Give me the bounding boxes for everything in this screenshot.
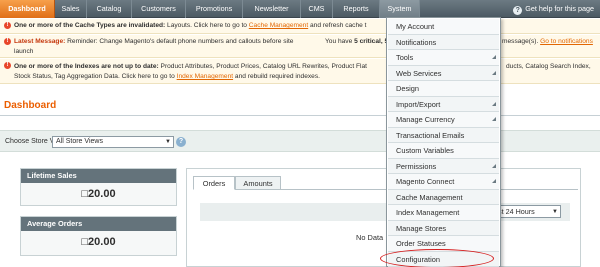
menu-cache-management[interactable]: Cache Management: [388, 189, 499, 205]
store-view-bar: Choose Store View: All Store Views ▼ ?: [0, 130, 600, 152]
message-link-wrap: message(s). Go to notifications: [502, 37, 593, 47]
index-notice-text2: Stock Status, Tag Aggregation Data. Clic…: [14, 73, 177, 80]
menu-label: Design: [396, 84, 420, 93]
system-menu: My Account Notifications Tools Web Servi…: [386, 17, 501, 267]
nav-cms[interactable]: CMS: [301, 0, 333, 18]
help-label: Get help for this page: [525, 4, 594, 13]
latest-message-label: Latest Message:: [14, 38, 66, 45]
menu-label: Custom Variables: [396, 146, 454, 155]
submenu-arrow-icon: [492, 55, 496, 59]
chevron-down-icon: ▼: [552, 209, 558, 215]
message-count-text: You have 5 critical, 5: [325, 37, 388, 47]
help-icon: ?: [513, 6, 523, 15]
submenu-arrow-icon: [492, 117, 496, 121]
message-count-suffix: message(s).: [502, 38, 541, 45]
nav-customers[interactable]: Customers: [132, 0, 186, 18]
tab-amounts[interactable]: Amounts: [235, 176, 281, 190]
menu-my-account[interactable]: My Account: [388, 19, 499, 35]
cache-notice-text: Layouts. Click here to go to: [165, 22, 249, 29]
tab-orders[interactable]: Orders: [193, 176, 235, 190]
menu-label: Web Services: [396, 68, 442, 78]
average-orders-box: Average Orders □20.00: [20, 216, 177, 256]
index-notice-right: ducts, Catalog Search Index,: [506, 63, 591, 70]
cache-management-link[interactable]: Cache Management: [249, 22, 308, 29]
nav-reports[interactable]: Reports: [333, 0, 380, 18]
lifetime-sales-label: Lifetime Sales: [21, 169, 176, 183]
dashboard-chart-panel: Orders Amounts st 24 Hours ▼ No Data: [186, 168, 581, 267]
help-question-icon[interactable]: ?: [176, 137, 186, 147]
nav-catalog[interactable]: Catalog: [87, 0, 132, 18]
menu-label: Manage Stores: [396, 223, 447, 233]
menu-manage-stores[interactable]: Manage Stores: [388, 220, 499, 236]
cache-notice: ! One or more of the Cache Types are inv…: [0, 19, 600, 34]
highlight-circle: [380, 249, 494, 267]
menu-label: Index Management: [396, 208, 460, 217]
index-notice-tail: and rebuild required indexes.: [233, 73, 320, 80]
menu-index-management[interactable]: Index Management: [388, 205, 499, 221]
message-count-prefix: You have: [325, 38, 355, 45]
menu-label: My Account: [396, 22, 435, 31]
nav-system[interactable]: System: [380, 0, 420, 18]
cache-notice-lead: One or more of the Cache Types are inval…: [14, 22, 166, 29]
warning-icon: !: [4, 22, 11, 29]
menu-label: Order Statuses: [396, 239, 446, 248]
menu-notifications[interactable]: Notifications: [388, 34, 499, 50]
menu-tools[interactable]: Tools: [388, 50, 499, 66]
submenu-arrow-icon: [492, 101, 496, 106]
index-notice: ! One or more of the Indexes are not up …: [0, 59, 600, 84]
store-view-value: All Store Views: [56, 138, 103, 145]
nav-promotions[interactable]: Promotions: [186, 0, 243, 18]
warning-icon: !: [4, 38, 11, 45]
notifications-link[interactable]: Go to notifications: [540, 38, 593, 45]
average-orders-value: □20.00: [81, 236, 116, 248]
latest-message-text2: launch: [14, 48, 34, 55]
period-value: st 24 Hours: [498, 207, 535, 216]
menu-label: Notifications: [396, 37, 437, 47]
menu-label: Import/Export: [396, 99, 441, 109]
top-navigation: Dashboard Sales Catalog Customers Promot…: [0, 0, 600, 18]
average-orders-label: Average Orders: [21, 217, 176, 231]
menu-permissions[interactable]: Permissions: [388, 158, 499, 174]
menu-import-export[interactable]: Import/Export: [388, 96, 499, 112]
index-notice-text: Product Attributes, Product Prices, Cata…: [158, 63, 367, 70]
menu-magento-connect[interactable]: Magento Connect: [388, 174, 499, 190]
store-view-select[interactable]: All Store Views ▼: [52, 136, 174, 148]
lifetime-sales-box: Lifetime Sales □20.00: [20, 168, 177, 206]
cache-notice-tail: and refresh cache t: [308, 22, 367, 29]
nav-sales[interactable]: Sales: [55, 0, 87, 18]
index-management-link[interactable]: Index Management: [177, 73, 233, 80]
message-count: 5 critical, 5: [354, 38, 389, 45]
page-title: Dashboard: [4, 100, 57, 111]
menu-manage-currency[interactable]: Manage Currency: [388, 112, 499, 128]
submenu-arrow-icon: [492, 179, 496, 183]
nav-newsletter[interactable]: Newsletter: [243, 0, 301, 18]
submenu-arrow-icon: [492, 70, 496, 75]
menu-transactional-emails[interactable]: Transactional Emails: [388, 127, 499, 143]
menu-custom-variables[interactable]: Custom Variables: [388, 143, 499, 159]
title-divider: [0, 115, 600, 116]
menu-web-services[interactable]: Web Services: [388, 65, 499, 81]
menu-label: Tools: [396, 53, 414, 62]
chevron-down-icon: ▼: [165, 139, 171, 145]
message-notice: ! Latest Message: Reminder: Change Magen…: [0, 35, 600, 58]
submenu-arrow-icon: [492, 163, 496, 168]
menu-design[interactable]: Design: [388, 81, 499, 97]
help-link[interactable]: ? Get help for this page: [513, 0, 594, 18]
index-notice-lead: One or more of the Indexes are not up to…: [14, 63, 159, 70]
menu-label: Magento Connect: [396, 177, 455, 186]
nav-dashboard[interactable]: Dashboard: [0, 0, 55, 18]
latest-message-text: Reminder: Change Magento's default phone…: [65, 38, 294, 45]
warning-icon: !: [4, 62, 11, 69]
menu-label: Cache Management: [396, 192, 463, 202]
period-select[interactable]: st 24 Hours ▼: [493, 205, 561, 218]
menu-label: Permissions: [396, 161, 437, 171]
no-data-text: No Data: [356, 233, 384, 242]
menu-label: Transactional Emails: [396, 130, 465, 140]
menu-label: Manage Currency: [396, 115, 455, 124]
lifetime-sales-value: □20.00: [81, 188, 116, 200]
